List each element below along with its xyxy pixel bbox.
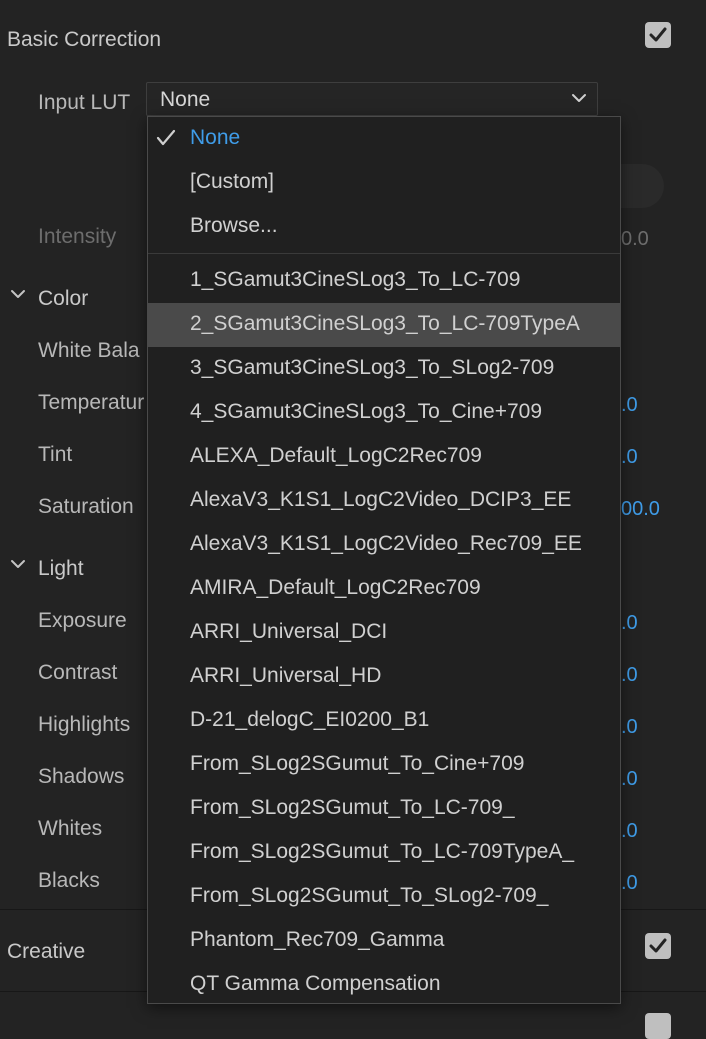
whites-label: Whites	[38, 817, 103, 840]
contrast-value[interactable]: .0	[621, 664, 638, 687]
intensity-value[interactable]: 0.0	[621, 228, 649, 251]
basic-correction-title: Basic Correction	[7, 28, 162, 51]
light-section-chevron-icon[interactable]	[10, 558, 26, 570]
white-balance-label: White Bala	[38, 339, 140, 362]
dropdown-item[interactable]: 2_SGamut3CineSLog3_To_LC-709TypeA	[148, 303, 620, 347]
dropdown-item-label: D-21_delogC_EI0200_B1	[190, 708, 430, 731]
dropdown-item-label: Browse...	[190, 214, 278, 237]
contrast-label: Contrast	[38, 661, 118, 684]
saturation-value[interactable]: 00.0	[621, 498, 660, 521]
dropdown-item[interactable]: D-21_delogC_EI0200_B1	[148, 699, 620, 743]
dropdown-item-label: ARRI_Universal_HD	[190, 664, 382, 687]
dropdown-item[interactable]: QT Gamma Compensation	[148, 963, 620, 1007]
dropdown-item[interactable]: AlexaV3_K1S1_LogC2Video_DCIP3_EE	[148, 479, 620, 523]
dropdown-item-label: Phantom_Rec709_Gamma	[190, 928, 445, 951]
tint-value[interactable]: .0	[621, 446, 638, 469]
creative-title: Creative	[7, 940, 86, 963]
color-section-title: Color	[38, 287, 89, 310]
dropdown-item[interactable]: 4_SGamut3CineSLog3_To_Cine+709	[148, 391, 620, 435]
dropdown-item[interactable]: From_SLog2SGumut_To_LC-709TypeA_	[148, 831, 620, 875]
temperature-value[interactable]: .0	[621, 394, 638, 417]
dropdown-item-label: ARRI_Universal_DCI	[190, 620, 388, 643]
dropdown-item[interactable]: From_SLog2SGumut_To_Cine+709	[148, 743, 620, 787]
shadows-value[interactable]: .0	[621, 768, 638, 791]
input-lut-value: None	[160, 88, 211, 111]
dropdown-item[interactable]: Phantom_Rec709_Gamma	[148, 919, 620, 963]
input-lut-label: Input LUT	[38, 91, 131, 114]
input-lut-dropdown-menu[interactable]: None [Custom] Browse... 1_SGamut3CineSLog3_…	[147, 116, 621, 1004]
saturation-label: Saturation	[38, 495, 134, 518]
dropdown-item[interactable]: ARRI_Universal_DCI	[148, 611, 620, 655]
dropdown-item-label: None	[190, 126, 241, 149]
dropdown-item-label: 3_SGamut3CineSLog3_To_SLog2-709	[190, 356, 555, 379]
dropdown-item[interactable]: [Custom]	[148, 161, 620, 205]
input-lut-select[interactable]: None	[146, 82, 598, 116]
next-section-checkbox[interactable]	[645, 1013, 671, 1039]
intensity-label: Intensity	[38, 225, 117, 248]
blacks-value[interactable]: .0	[621, 872, 638, 895]
dropdown-item[interactable]: Browse...	[148, 205, 620, 249]
menu-separator	[148, 253, 620, 254]
highlights-label: Highlights	[38, 713, 131, 736]
dropdown-item[interactable]: AlexaV3_K1S1_LogC2Video_Rec709_EE	[148, 523, 620, 567]
dropdown-item-label: QT Gamma Compensation	[190, 972, 441, 995]
dropdown-item[interactable]: ARRI_Universal_HD	[148, 655, 620, 699]
dropdown-item[interactable]: 3_SGamut3CineSLog3_To_SLog2-709	[148, 347, 620, 391]
tint-label: Tint	[38, 443, 73, 466]
dropdown-item-label: 1_SGamut3CineSLog3_To_LC-709	[190, 268, 521, 291]
dropdown-item-label: AlexaV3_K1S1_LogC2Video_Rec709_EE	[190, 532, 582, 555]
checkmark-icon	[649, 27, 667, 42]
dropdown-item-label: 4_SGamut3CineSLog3_To_Cine+709	[190, 400, 543, 423]
dropdown-item-label: 2_SGamut3CineSLog3_To_LC-709TypeA	[190, 312, 580, 335]
dropdown-item-label: From_SLog2SGumut_To_SLog2-709_	[190, 884, 549, 907]
checkmark-icon	[156, 129, 176, 152]
exposure-label: Exposure	[38, 609, 127, 632]
dropdown-item-label: From_SLog2SGumut_To_LC-709TypeA_	[190, 840, 575, 863]
dropdown-item-label: AMIRA_Default_LogC2Rec709	[190, 576, 481, 599]
dropdown-item-label: [Custom]	[190, 170, 275, 193]
dropdown-item-label: ALEXA_Default_LogC2Rec709	[190, 444, 482, 467]
highlights-value[interactable]: .0	[621, 716, 638, 739]
dropdown-item[interactable]: 1_SGamut3CineSLog3_To_LC-709	[148, 259, 620, 303]
dropdown-item[interactable]: From_SLog2SGumut_To_LC-709_	[148, 787, 620, 831]
chevron-down-icon	[571, 92, 587, 104]
blacks-label: Blacks	[38, 869, 100, 892]
dropdown-item[interactable]: None	[148, 117, 620, 161]
creative-checkbox[interactable]	[645, 933, 671, 959]
dropdown-item[interactable]: ALEXA_Default_LogC2Rec709	[148, 435, 620, 479]
dropdown-item-label: AlexaV3_K1S1_LogC2Video_DCIP3_EE	[190, 488, 572, 511]
dropdown-item[interactable]: From_SLog2SGumut_To_SLog2-709_	[148, 875, 620, 919]
temperature-label: Temperatur	[38, 391, 145, 414]
light-section-title: Light	[38, 557, 84, 580]
exposure-value[interactable]: .0	[621, 612, 638, 635]
whites-value[interactable]: .0	[621, 820, 638, 843]
dropdown-item[interactable]: AMIRA_Default_LogC2Rec709	[148, 567, 620, 611]
checkmark-icon	[649, 938, 667, 953]
dropdown-item-label: From_SLog2SGumut_To_LC-709_	[190, 796, 515, 819]
basic-correction-checkbox[interactable]	[645, 22, 671, 48]
shadows-label: Shadows	[38, 765, 125, 788]
color-section-chevron-icon[interactable]	[10, 288, 26, 300]
dropdown-item-label: From_SLog2SGumut_To_Cine+709	[190, 752, 525, 775]
